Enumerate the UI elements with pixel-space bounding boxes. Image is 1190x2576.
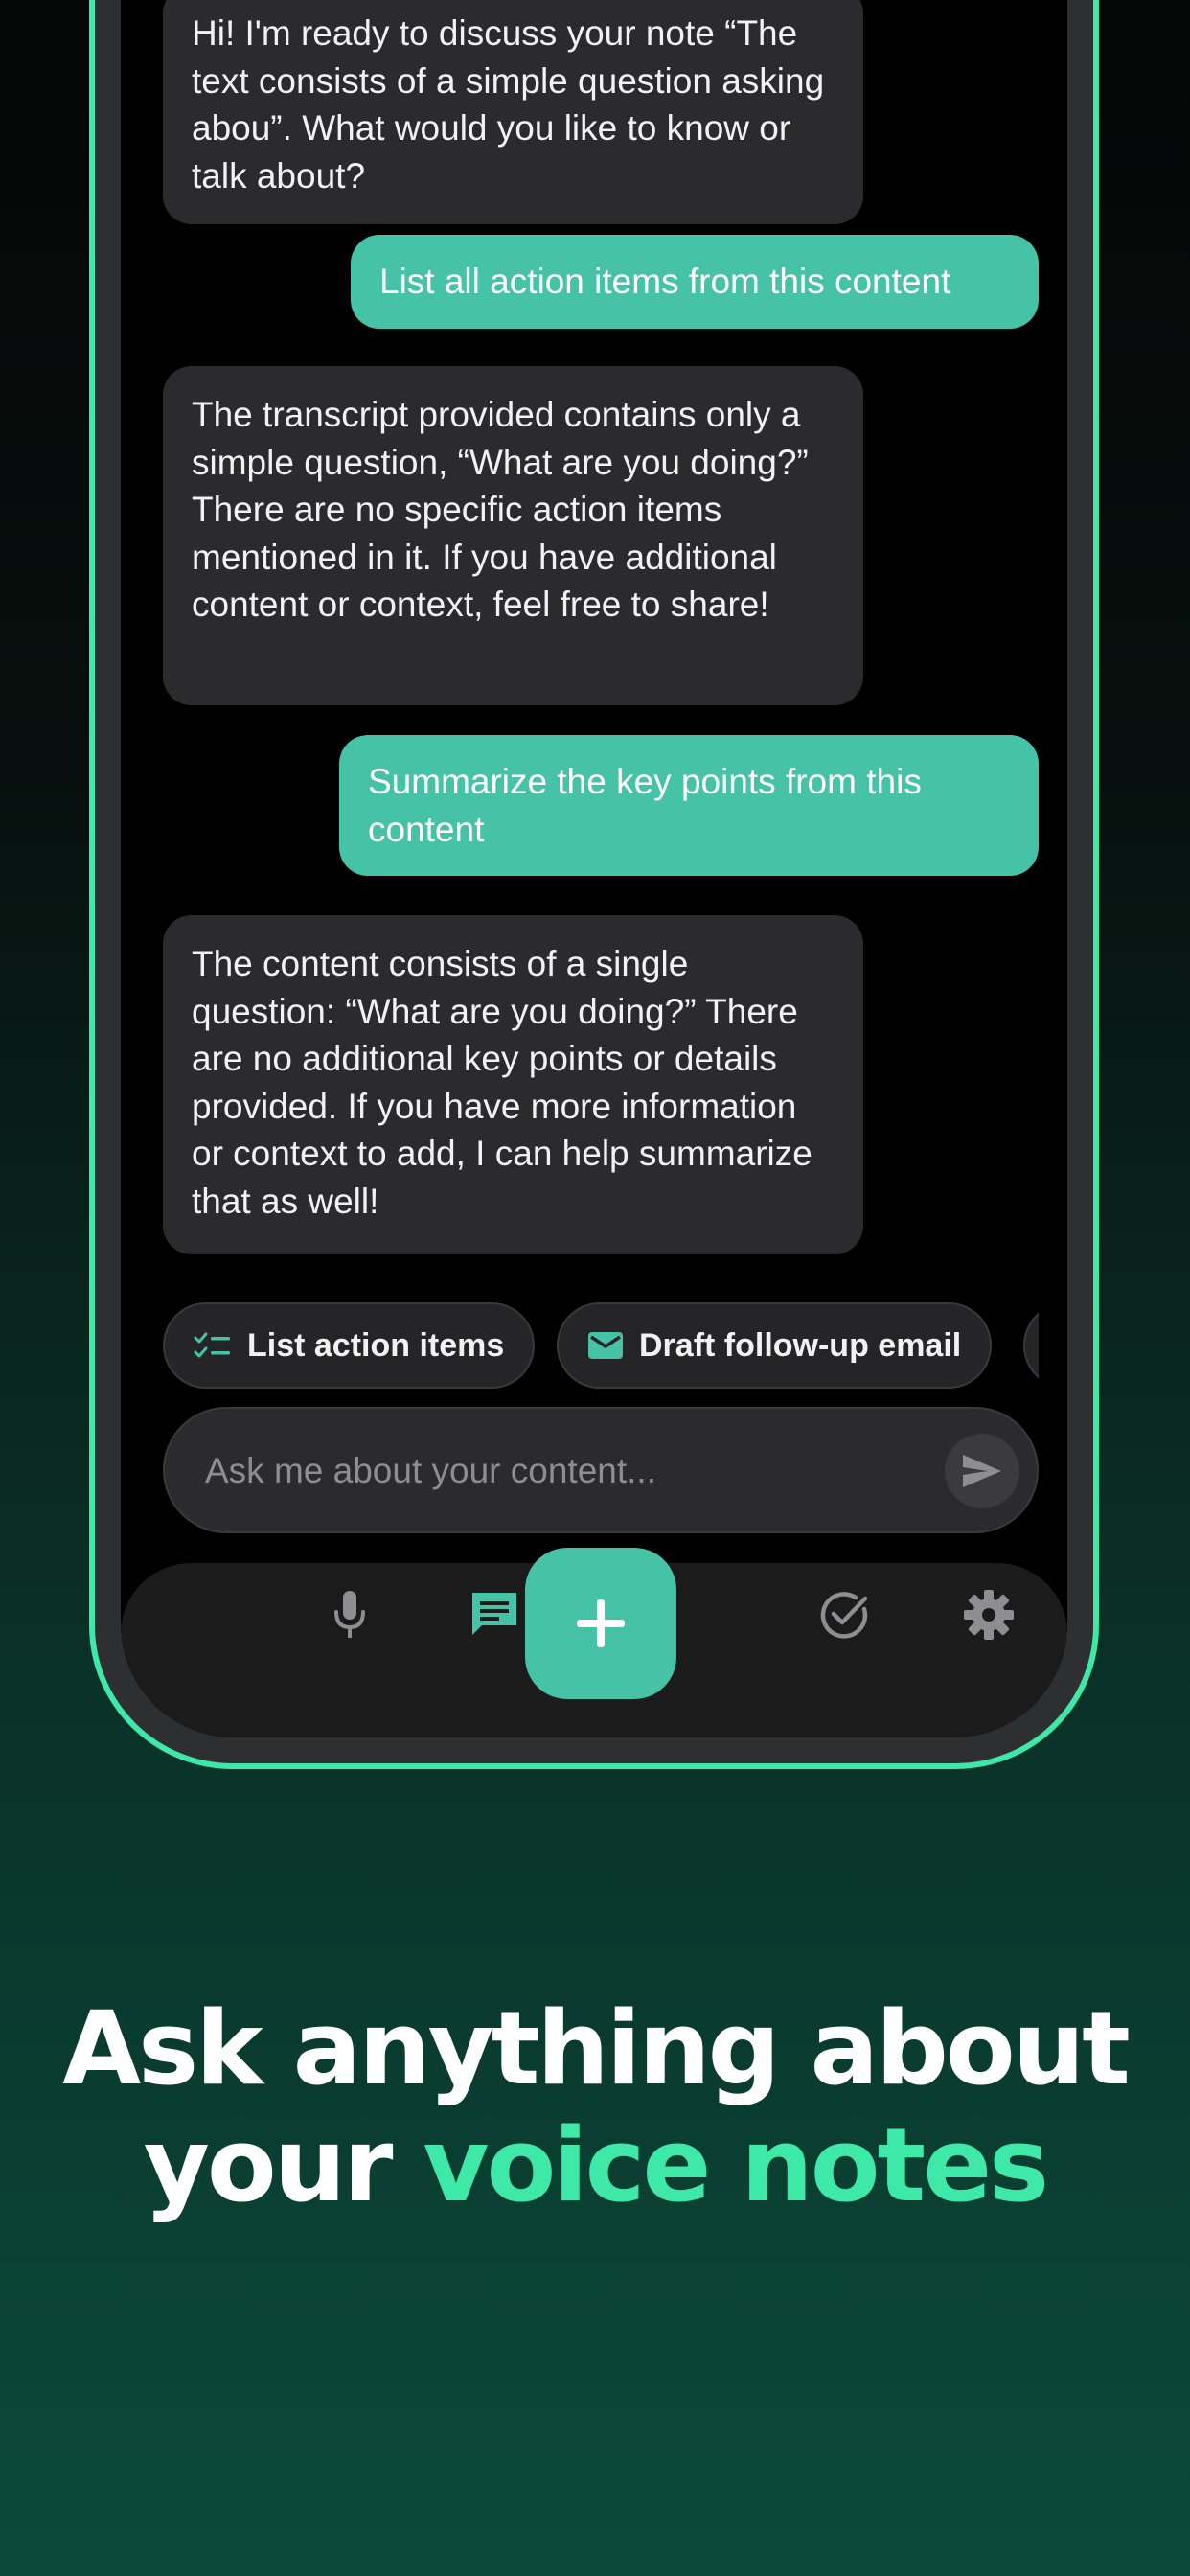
chip-label: Draft follow-up email	[639, 1326, 962, 1364]
phone-frame: Hi! I'm ready to discuss your note “The …	[89, 0, 1099, 1769]
plus-icon	[577, 1599, 625, 1647]
send-icon	[963, 1455, 1001, 1487]
chat-input-container	[163, 1407, 1039, 1533]
user-message: Summarize the key points from this conte…	[339, 735, 1039, 876]
check-circle-icon	[820, 1592, 868, 1639]
send-button[interactable]	[945, 1434, 1019, 1508]
headline-line-2-prefix: your	[143, 2106, 423, 2224]
chat-input[interactable]	[203, 1409, 878, 1533]
suggestion-chips: List action items Draft follow-up email	[163, 1302, 1039, 1391]
user-message-text: Summarize the key points from this conte…	[368, 762, 922, 849]
headline-accent: voice notes	[423, 2106, 1049, 2224]
chat-screen: Hi! I'm ready to discuss your note “The …	[121, 0, 1067, 1737]
gear-icon	[964, 1590, 1014, 1640]
microphone-icon	[334, 1591, 365, 1638]
mail-icon	[588, 1332, 623, 1359]
chip-more[interactable]	[1023, 1302, 1039, 1389]
new-recording-button[interactable]	[525, 1548, 676, 1699]
chat-icon	[472, 1593, 516, 1635]
nav-tasks[interactable]	[801, 1572, 887, 1658]
nav-record[interactable]	[307, 1572, 393, 1658]
assistant-message: Hi! I'm ready to discuss your note “The …	[163, 0, 863, 224]
chip-list-action-items[interactable]: List action items	[163, 1302, 536, 1389]
headline-line-2: your voice notes	[0, 2106, 1190, 2225]
chip-draft-follow-up-email[interactable]: Draft follow-up email	[557, 1302, 993, 1389]
headline-line-1: Ask anything about	[62, 1990, 1131, 2107]
assistant-message-text: The content consists of a single questio…	[192, 944, 812, 1221]
assistant-message: The content consists of a single questio…	[163, 915, 863, 1254]
assistant-message-text: Hi! I'm ready to discuss your note “The …	[192, 13, 825, 196]
nav-settings[interactable]	[946, 1572, 1032, 1658]
checklist-icon	[194, 1332, 230, 1358]
user-message: List all action items from this content	[351, 235, 1039, 329]
assistant-message-text: The transcript provided contains only a …	[192, 395, 809, 624]
assistant-message: The transcript provided contains only a …	[163, 366, 863, 705]
chip-label: List action items	[247, 1326, 505, 1364]
user-message-text: List all action items from this content	[379, 262, 951, 301]
